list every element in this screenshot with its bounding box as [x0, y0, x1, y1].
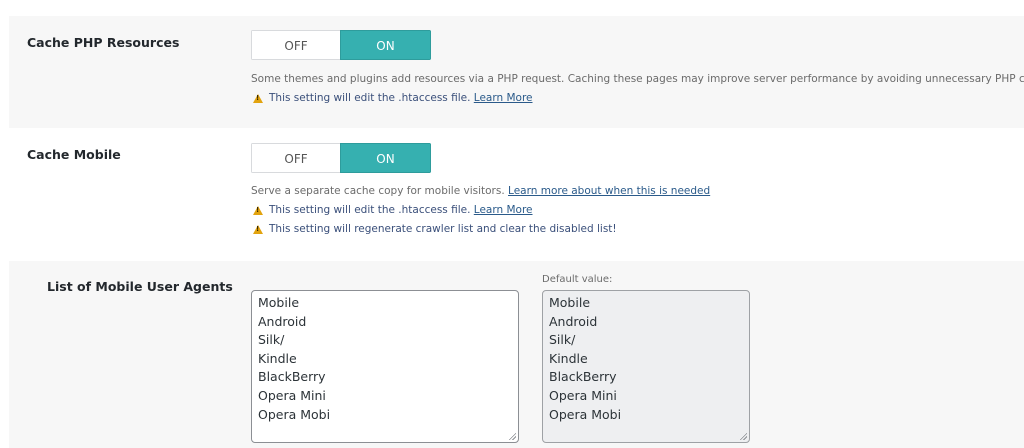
default-agents-textarea: Mobile Android Silk/ Kindle BlackBerry O…: [542, 290, 750, 443]
toggle-off-button[interactable]: OFF: [251, 30, 340, 60]
learn-more-link[interactable]: Learn More: [474, 203, 533, 217]
setting-label-mobile-agents: List of Mobile User Agents: [47, 279, 233, 294]
default-agent-line: Mobile: [549, 295, 591, 310]
setting-label-cache-mobile: Cache Mobile: [27, 147, 121, 162]
setting-label-cache-php: Cache PHP Resources: [27, 35, 180, 50]
htaccess-note: This setting will edit the .htaccess fil…: [251, 203, 533, 217]
resize-handle[interactable]: [739, 432, 747, 440]
default-agent-line: Silk/: [549, 332, 576, 348]
agent-line: Opera Mini: [258, 387, 326, 403]
setting-row-cache-php: Cache PHP Resources OFF ON Some themes a…: [9, 16, 1024, 128]
agent-line: Kindle: [258, 350, 297, 366]
agent-line: BlackBerry: [258, 369, 326, 385]
toggle-cache-php[interactable]: OFF ON: [251, 30, 431, 60]
default-agent-line: BlackBerry: [549, 369, 617, 385]
default-agent-line: Android: [549, 313, 598, 329]
setting-row-cache-mobile: Cache Mobile OFF ON Serve a separate cac…: [9, 128, 1024, 261]
htaccess-note: This setting will edit the .htaccess fil…: [251, 91, 533, 105]
toggle-off-button[interactable]: OFF: [251, 143, 340, 173]
note-text: This setting will edit the .htaccess fil…: [269, 204, 471, 216]
crawler-note: This setting will regenerate crawler lis…: [251, 222, 617, 236]
default-agent-line: Opera Mobi: [549, 406, 622, 422]
setting-row-mobile-agents: List of Mobile User Agents Mobile Androi…: [9, 261, 1024, 448]
learn-more-link[interactable]: Learn More: [474, 91, 533, 105]
resize-handle[interactable]: [508, 432, 516, 440]
agent-line: Mobile: [258, 295, 300, 310]
agent-line: Opera Mobi: [258, 406, 331, 422]
setting-description: Serve a separate cache copy for mobile v…: [251, 184, 710, 198]
toggle-cache-mobile[interactable]: OFF ON: [251, 143, 431, 173]
mobile-agents-textarea[interactable]: Mobile Android Silk/ Kindle BlackBerry O…: [251, 290, 519, 443]
note-text: This setting will edit the .htaccess fil…: [269, 92, 471, 104]
warning-icon: [253, 224, 263, 234]
default-value-label: Default value:: [542, 274, 613, 285]
learn-more-when-needed-link[interactable]: Learn more about when this is needed: [508, 185, 710, 197]
note-text: This setting will regenerate crawler lis…: [269, 223, 617, 235]
toggle-on-button[interactable]: ON: [340, 143, 431, 173]
warning-icon: [253, 205, 263, 215]
description-text: Serve a separate cache copy for mobile v…: [251, 185, 505, 197]
toggle-on-button[interactable]: ON: [340, 30, 431, 60]
default-agent-line: Opera Mini: [549, 387, 617, 403]
agent-line: Silk/: [258, 332, 285, 348]
agent-line: Android: [258, 313, 307, 329]
default-agent-line: Kindle: [549, 350, 588, 366]
warning-icon: [253, 93, 263, 103]
setting-description: Some themes and plugins add resources vi…: [251, 73, 1024, 85]
